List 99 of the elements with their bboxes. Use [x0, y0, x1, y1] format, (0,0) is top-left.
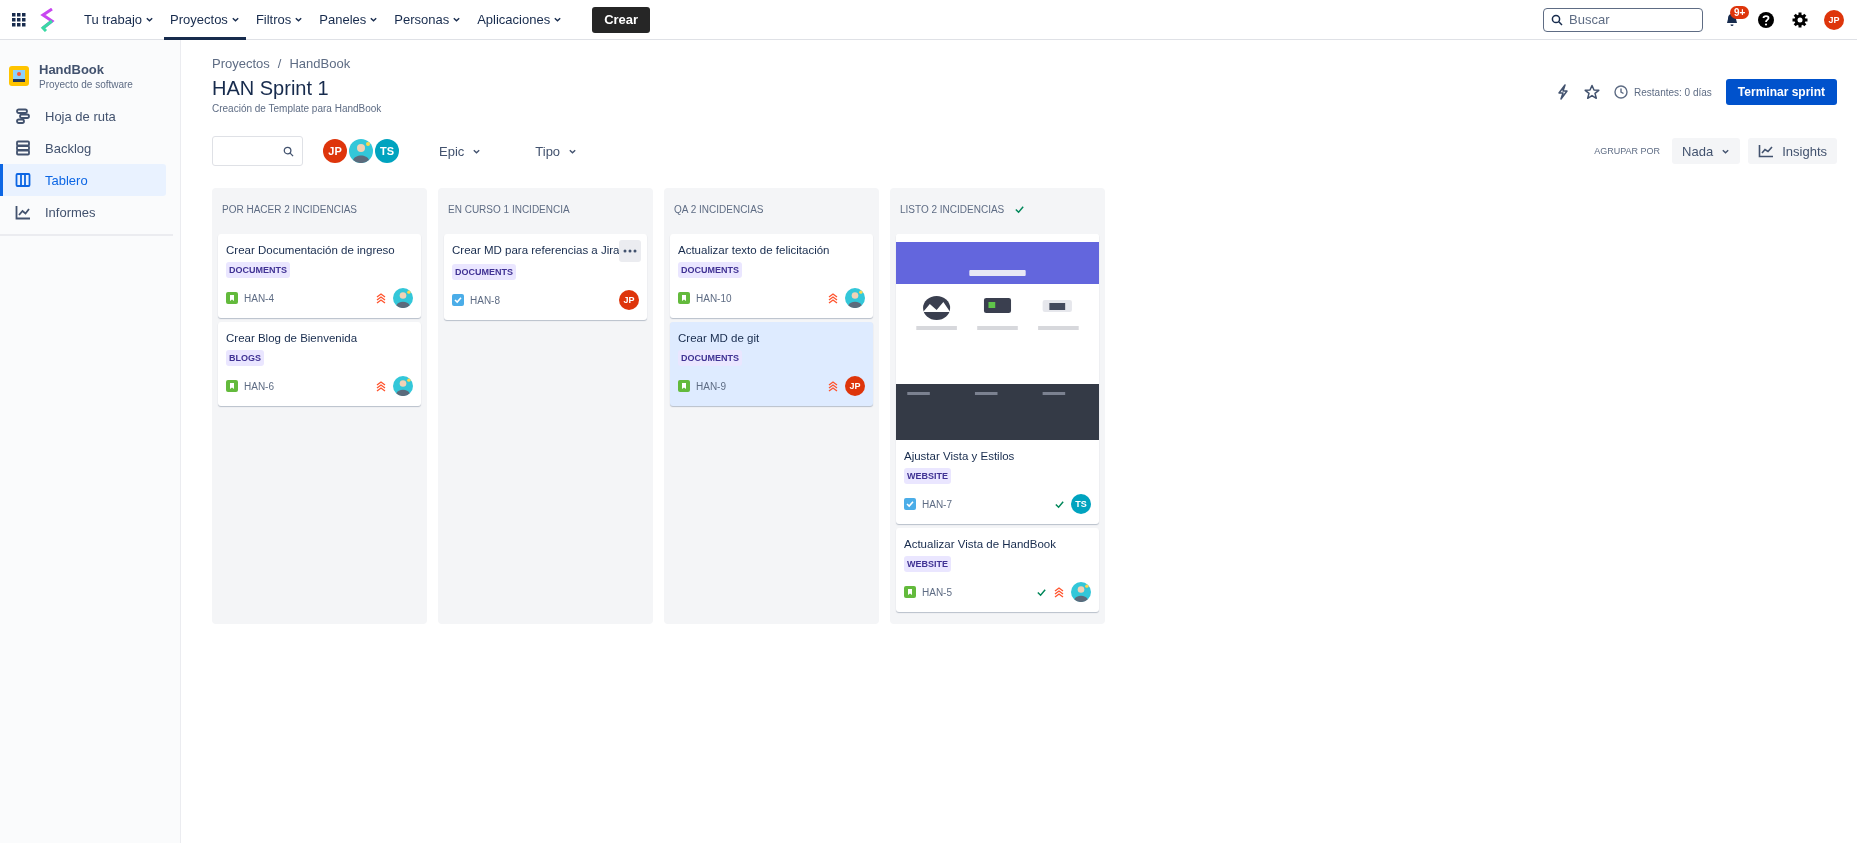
user-avatar[interactable]: JP	[845, 376, 865, 396]
person-avatar-icon[interactable]	[1071, 582, 1091, 602]
remaining-days: Restantes: 0 días	[1634, 86, 1712, 98]
person-avatar-icon[interactable]	[349, 139, 373, 163]
issue-key: HAN-7	[922, 498, 952, 510]
project-icon	[9, 66, 29, 86]
person-avatar-icon[interactable]	[393, 376, 413, 396]
nav-menu[interactable]: Aplicaciones	[471, 0, 569, 40]
bookmark-icon	[678, 380, 690, 392]
filter-search-field[interactable]	[212, 136, 303, 166]
column-title: QA 2 INCIDENCIAS	[674, 203, 764, 215]
chevron-down-icon	[452, 15, 462, 24]
nav-menu[interactable]: Tu trabajo	[78, 0, 161, 40]
more-button[interactable]	[619, 240, 641, 262]
epic-label: DOCUMENTS	[226, 262, 290, 278]
more-icon	[623, 249, 637, 253]
chevron-down-icon	[230, 15, 240, 24]
settings-icon[interactable]	[1791, 10, 1809, 29]
issue-title: Crear Blog de Bienvenida	[226, 332, 359, 344]
epic-label: DOCUMENTS	[452, 264, 516, 280]
issue-card[interactable]: Crear Documentación de ingreso DOCUMENTS HAN-4	[218, 234, 421, 318]
issue-title: Crear Documentación de ingreso	[226, 244, 396, 256]
filter-dropdown[interactable]: Epic	[425, 143, 496, 159]
person-avatar-icon[interactable]	[393, 288, 413, 308]
issue-title: Actualizar Vista de HandBook	[904, 538, 1057, 550]
user-avatar[interactable]: JP	[323, 139, 347, 163]
group-by-label: AGRUPAR POR	[1594, 146, 1661, 156]
issue-title: Actualizar texto de felicitación	[678, 244, 831, 256]
sidebar-item[interactable]: Hoja de ruta	[0, 100, 166, 132]
bookmark-icon	[678, 292, 690, 304]
epic-label: DOCUMENTS	[678, 350, 742, 366]
bookmark-icon	[226, 292, 238, 304]
issue-card[interactable]: Crear MD para referencias a Jira DOCUMENTS HAN-8 JP	[444, 234, 647, 320]
nav-menu[interactable]: Filtros	[249, 0, 310, 40]
issue-card[interactable]: Crear Blog de Bienvenida BLOGS HAN-6	[218, 322, 421, 406]
project-name: HandBook	[39, 62, 105, 77]
logo-icon[interactable]	[40, 7, 56, 32]
nav-menu[interactable]: Personas	[388, 0, 468, 40]
check-icon	[1014, 203, 1026, 215]
insights-button[interactable]: Insights	[1748, 138, 1837, 164]
search-field[interactable]: Buscar	[1543, 7, 1703, 32]
chart-icon	[15, 204, 31, 220]
check-icon	[1054, 498, 1065, 510]
epic-label: WEBSITE	[904, 468, 951, 484]
bookmark-icon	[904, 586, 916, 598]
issue-card[interactable]: Ajustar Vista y Estilos WEBSITE HAN-7 TS	[896, 234, 1099, 524]
sidebar-item[interactable]: Backlog	[0, 132, 166, 164]
person-avatar-icon[interactable]	[845, 288, 865, 308]
lightning-icon[interactable]	[1556, 84, 1571, 100]
bookmark-icon	[226, 380, 238, 392]
sprint-subtitle: Creación de Template para HandBook	[212, 103, 382, 114]
search-icon	[283, 145, 294, 157]
notification-badge: 9+	[1730, 5, 1750, 19]
issue-card[interactable]: Actualizar texto de felicitación DOCUMENTS HAN-10	[670, 234, 873, 318]
sprint-title: HAN Sprint 1	[212, 77, 330, 100]
chart-icon	[1758, 144, 1775, 158]
end-sprint-button[interactable]: Terminar sprint	[1725, 79, 1837, 105]
issue-key: HAN-5	[922, 586, 952, 598]
issue-key: HAN-6	[244, 380, 274, 392]
column-title: POR HACER 2 INCIDENCIAS	[222, 203, 358, 215]
chevron-down-icon	[369, 15, 379, 24]
issue-card[interactable]: Actualizar Vista de HandBook WEBSITE HAN-5	[896, 528, 1099, 612]
issue-card[interactable]: Crear MD de git DOCUMENTS HAN-9 JP	[670, 322, 873, 406]
roadmap-icon	[15, 108, 31, 124]
issue-key: HAN-4	[244, 292, 274, 304]
help-icon[interactable]	[1757, 10, 1775, 29]
user-avatar[interactable]: JP	[619, 290, 639, 310]
issue-key: HAN-8	[470, 294, 500, 306]
chevron-down-icon	[553, 15, 563, 24]
epic-label: DOCUMENTS	[678, 262, 742, 278]
sidebar-item[interactable]: Tablero	[0, 164, 166, 196]
star-icon[interactable]	[1584, 84, 1601, 100]
breadcrumb-link[interactable]: Proyectos	[212, 56, 270, 71]
checkbox-icon	[904, 498, 916, 510]
chevron-down-icon	[294, 15, 304, 24]
column-title: EN CURSO 1 INCIDENCIA	[448, 203, 570, 215]
user-avatar[interactable]: JP	[1824, 9, 1844, 30]
nav-menu[interactable]: Paneles	[313, 0, 385, 40]
check-icon	[1036, 586, 1047, 598]
board-icon	[15, 172, 31, 188]
search-icon	[1551, 13, 1563, 26]
column-title: LISTO 2 INCIDENCIAS	[900, 203, 1005, 215]
epic-label: BLOGS	[226, 350, 264, 366]
checkbox-icon	[452, 294, 464, 306]
breadcrumb-separator: /	[277, 56, 282, 71]
sidebar-item[interactable]: Informes	[0, 196, 166, 228]
issue-title: Crear MD de git	[678, 332, 761, 344]
group-by-dropdown[interactable]: Nada	[1672, 138, 1741, 164]
issue-key: HAN-9	[696, 380, 726, 392]
backlog-icon	[15, 140, 31, 156]
create-button[interactable]: Crear	[592, 6, 651, 33]
clock-icon	[1614, 85, 1629, 99]
filter-dropdown[interactable]: Tipo	[521, 143, 592, 159]
issue-key: HAN-10	[696, 292, 732, 304]
issue-title: Ajustar Vista y Estilos	[904, 450, 1016, 462]
epic-label: WEBSITE	[904, 556, 951, 572]
breadcrumb-link[interactable]: HandBook	[289, 56, 351, 71]
project-type: Proyecto de software	[39, 79, 133, 90]
chevron-down-icon	[145, 15, 155, 24]
